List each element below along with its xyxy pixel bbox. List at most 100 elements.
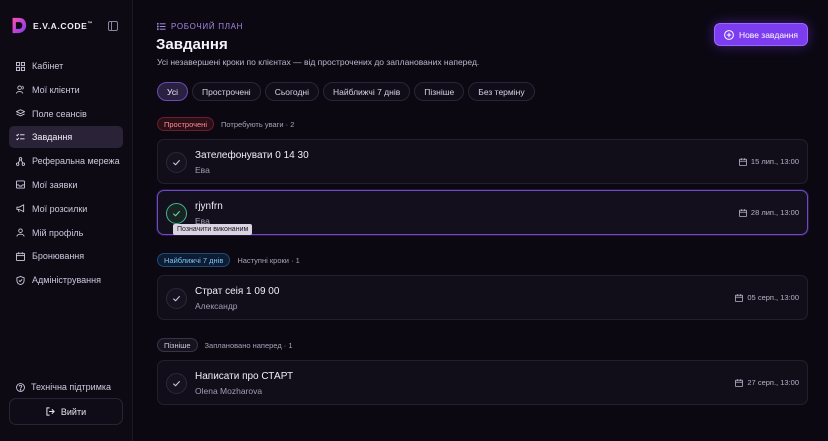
main-content: РОБОЧИЙ ПЛАН Завдання Усі незавершені кр… xyxy=(133,0,828,441)
status-badge: Прострочені xyxy=(157,117,214,131)
network-icon xyxy=(16,156,25,166)
sidebar-item-mailings[interactable]: Мої розсилки xyxy=(9,198,123,220)
filter-overdue[interactable]: Прострочені xyxy=(191,82,261,101)
task-title: rjynfrn xyxy=(195,201,223,212)
sidebar-item-label: Завдання xyxy=(32,132,73,143)
task-due-date: 15 лип., 13:00 xyxy=(738,157,799,166)
kicker-label: РОБОЧИЙ ПЛАН xyxy=(171,22,244,31)
sidebar-nav: Кабінет Мої клієнти Поле сеансів Завданн… xyxy=(9,55,123,293)
sidebar-item-label: Бронювання xyxy=(32,251,85,262)
status-badge: Найближчі 7 днів xyxy=(157,253,231,267)
calendar-icon xyxy=(738,208,747,217)
support-label: Технічна підтримка xyxy=(31,382,112,392)
check-icon xyxy=(172,210,181,217)
logout-button[interactable]: Вийти xyxy=(9,398,123,425)
filter-no-deadline[interactable]: Без терміну xyxy=(468,82,535,101)
new-task-label: Нове завдання xyxy=(738,29,799,40)
sidebar-collapse-icon[interactable] xyxy=(108,21,118,31)
task-due-date: 28 лип., 13:00 xyxy=(738,208,799,217)
task-client: Olena Mozharova xyxy=(195,386,263,396)
task-card[interactable]: Зателефонувати 0 14 30 Ева 15 лип., 13:0… xyxy=(157,139,808,184)
complete-task-button[interactable] xyxy=(166,288,187,309)
calendar-icon xyxy=(738,157,747,166)
logout-icon xyxy=(46,407,55,416)
sidebar-item-sessions[interactable]: Поле сеансів xyxy=(9,103,123,125)
grid-icon xyxy=(16,61,25,71)
task-due-date: 05 серп., 13:00 xyxy=(735,293,799,302)
page-title: Завдання xyxy=(156,36,228,53)
task-card[interactable]: Страт сеія 1 09 00 Александр 05 серп., 1… xyxy=(157,275,808,320)
complete-task-button[interactable] xyxy=(166,203,187,224)
megaphone-icon xyxy=(16,204,25,213)
layers-icon xyxy=(16,109,25,117)
mark-done-tooltip: Позначити виконаним xyxy=(173,224,253,235)
sidebar: E.V.A.CODE™ Кабінет Мої клієнти Поле сеа… xyxy=(0,0,133,441)
sidebar-item-tasks[interactable]: Завдання xyxy=(9,126,123,149)
list-icon xyxy=(157,22,166,31)
task-due-date: 27 серп., 13:00 xyxy=(735,378,799,387)
brand[interactable]: E.V.A.CODE™ xyxy=(10,16,93,35)
status-badge: Пізніше xyxy=(157,338,198,352)
user-icon xyxy=(16,228,25,237)
group-header-overdue: Прострочені Потребують уваги · 2 xyxy=(157,117,294,131)
sidebar-item-booking[interactable]: Бронювання xyxy=(9,245,123,267)
task-title: Написати про СТАРТ xyxy=(195,371,294,382)
task-date-label: 27 серп., 13:00 xyxy=(747,378,799,387)
filter-later[interactable]: Пізніше xyxy=(414,82,465,101)
filter-all[interactable]: Усі xyxy=(157,82,188,101)
group-caption: Потребують уваги · 2 xyxy=(220,119,295,129)
sidebar-item-label: Поле сеансів xyxy=(32,108,87,119)
task-list-icon xyxy=(16,133,25,141)
plus-circle-icon xyxy=(724,29,734,40)
check-icon xyxy=(172,159,181,166)
users-icon xyxy=(16,85,24,94)
task-date-label: 28 лип., 13:00 xyxy=(750,208,799,217)
group-header-upcoming: Найближчі 7 днів Наступні кроки · 1 xyxy=(157,253,300,267)
task-date-label: 15 лип., 13:00 xyxy=(750,157,799,166)
group-caption: Наступні кроки · 1 xyxy=(237,255,300,265)
sidebar-item-label: Мої заявки xyxy=(32,179,78,190)
check-icon xyxy=(172,380,181,387)
page-subtitle: Усі незавершені кроки по клієнтах — від … xyxy=(157,57,480,67)
task-client: Ева xyxy=(195,165,210,175)
group-header-later: Пізніше Заплановано наперед · 1 xyxy=(157,338,293,352)
check-icon xyxy=(172,295,181,302)
shield-icon xyxy=(16,275,25,285)
logout-label: Вийти xyxy=(60,406,87,417)
task-title: Страт сеія 1 09 00 xyxy=(195,286,280,297)
sidebar-item-admin[interactable]: Адміністрування xyxy=(9,269,123,291)
group-caption: Заплановано наперед · 1 xyxy=(204,340,293,350)
page-kicker: РОБОЧИЙ ПЛАН xyxy=(157,22,243,31)
filter-next-7-days[interactable]: Найближчі 7 днів xyxy=(323,82,411,101)
calendar-icon xyxy=(735,293,744,302)
inbox-icon xyxy=(16,180,25,190)
calendar-icon xyxy=(16,252,25,261)
brand-name: E.V.A.CODE xyxy=(33,20,88,31)
brand-logo-icon xyxy=(12,17,27,34)
sidebar-item-label: Мій профіль xyxy=(32,227,84,238)
help-circle-icon xyxy=(16,382,25,392)
sidebar-item-referral[interactable]: Реферальна мережа xyxy=(9,150,123,172)
sidebar-item-label: Реферальна мережа xyxy=(32,156,120,167)
sidebar-item-cabinet[interactable]: Кабінет xyxy=(9,55,123,77)
calendar-icon xyxy=(735,378,744,387)
task-date-label: 05 серп., 13:00 xyxy=(747,293,799,302)
new-task-button[interactable]: Нове завдання xyxy=(714,23,808,46)
sidebar-item-clients[interactable]: Мої клієнти xyxy=(9,79,123,101)
task-card[interactable]: rjynfrn Ева 28 лип., 13:00 Позначити вик… xyxy=(157,190,808,235)
sidebar-item-requests[interactable]: Мої заявки xyxy=(9,174,123,196)
filter-tabs: Усі Прострочені Сьогодні Найближчі 7 дні… xyxy=(157,82,535,101)
support-link[interactable]: Технічна підтримка xyxy=(16,382,111,392)
task-card[interactable]: Написати про СТАРТ Olena Mozharova 27 се… xyxy=(157,360,808,405)
sidebar-item-label: Мої клієнти xyxy=(32,84,80,95)
task-title: Зателефонувати 0 14 30 xyxy=(195,150,309,161)
brand-trademark: ™ xyxy=(87,20,93,27)
sidebar-item-profile[interactable]: Мій профіль xyxy=(9,222,123,244)
filter-today[interactable]: Сьогодні xyxy=(264,82,319,101)
sidebar-item-label: Адміністрування xyxy=(32,275,101,286)
sidebar-item-label: Мої розсилки xyxy=(32,203,88,214)
complete-task-button[interactable] xyxy=(166,152,187,173)
sidebar-item-label: Кабінет xyxy=(32,61,64,71)
complete-task-button[interactable] xyxy=(166,373,187,394)
task-client: Александр xyxy=(195,301,238,311)
